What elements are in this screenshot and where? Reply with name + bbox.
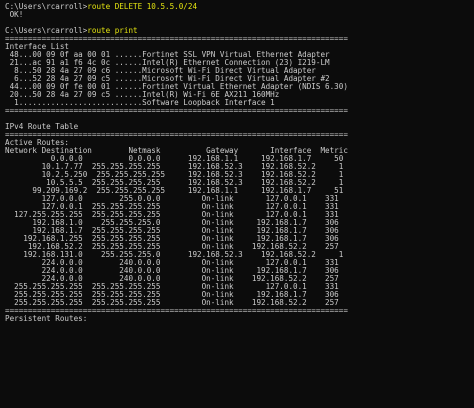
persistent-routes-title: Persistent Routes: <box>5 314 88 323</box>
interface-list: 48...00 09 0f aa 00 01 ......Fortinet SS… <box>5 51 474 107</box>
terminal-window[interactable]: C:\Users\rcarroll>route DELETE 10.5.5.0/… <box>0 0 474 408</box>
separator-line: ========================================… <box>5 130 348 139</box>
command-text: route DELETE 10.5.5.0/24 <box>87 2 198 11</box>
separator-line: ========================================… <box>5 34 348 43</box>
command-line-1: C:\Users\rcarroll>route DELETE 10.5.5.0/… <box>5 3 474 11</box>
separator-line: ========================================… <box>5 106 348 115</box>
command-output: OK! <box>5 10 24 19</box>
route-table: 0.0.0.0 0.0.0.0 192.168.1.1 192.168.1.7 … <box>5 155 474 307</box>
